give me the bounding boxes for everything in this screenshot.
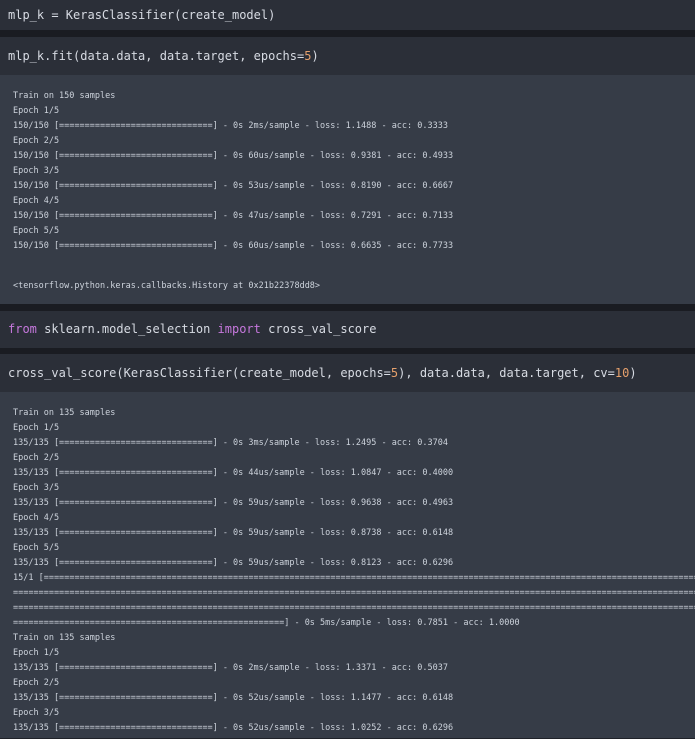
code-number: 10 [614, 366, 630, 380]
output-result: <tensorflow.python.keras.callbacks.Histo… [13, 281, 321, 291]
code-cell-2[interactable]: mlp_k.fit(data.data, data.target, epochs… [0, 37, 695, 75]
output-line: Epoch 1/5 [13, 648, 60, 658]
code-keyword: import [217, 322, 261, 336]
output-line: Epoch 1/5 [13, 106, 60, 116]
output-line: 150/150 [==============================]… [13, 151, 454, 161]
output-line: Train on 150 samples [13, 91, 116, 101]
code-text: cross_val_score(KerasClassifier(create_m… [8, 366, 391, 380]
output-line: 150/150 [==============================]… [13, 241, 454, 251]
output-line: Epoch 2/5 [13, 453, 60, 463]
output-line: Epoch 2/5 [13, 678, 60, 688]
output-cell-2: Train on 150 samples Epoch 1/5 150/150 [==… [0, 75, 695, 304]
output-line: 135/135 [==============================]… [13, 558, 454, 568]
cell-divider [0, 30, 695, 37]
output-line: Epoch 1/5 [13, 423, 60, 433]
output-line: Epoch 5/5 [13, 543, 60, 553]
output-line: Epoch 5/5 [13, 226, 60, 236]
output-line: 135/135 [==============================]… [13, 498, 454, 508]
output-line: 135/135 [==============================]… [13, 663, 448, 673]
code-text: ), data.data, data.target, cv= [398, 366, 615, 380]
code-cell-3[interactable]: from sklearn.model_selection import cros… [0, 311, 695, 348]
output-cell-4: Train on 135 samples Epoch 1/5 135/135 [==… [0, 392, 695, 738]
output-line: Epoch 3/5 [13, 708, 60, 718]
output-line: 150/150 [==============================]… [13, 181, 454, 191]
output-line: Epoch 4/5 [13, 513, 60, 523]
code-text: mlp_k = KerasClassifier(create_model) [8, 8, 276, 22]
output-line: Epoch 3/5 [13, 483, 60, 493]
code-text: cross_val_score [260, 322, 377, 336]
cell-divider [0, 304, 695, 311]
output-line: 135/135 [==============================]… [13, 693, 454, 703]
output-line: ========================================… [13, 588, 695, 598]
code-keyword: from [8, 322, 37, 336]
output-log: Train on 150 samples Epoch 1/5 150/150 [==… [13, 89, 695, 254]
output-log: Train on 135 samples Epoch 1/5 135/135 [==… [13, 406, 695, 736]
output-line: Train on 135 samples [13, 633, 116, 643]
output-line: 135/135 [==============================]… [13, 438, 448, 448]
code-text: ) [311, 49, 319, 63]
code-text: mlp_k.fit(data.data, data.target, epochs… [8, 49, 305, 63]
output-line: 15/1 [==================================… [13, 573, 695, 583]
code-cell-1[interactable]: mlp_k = KerasClassifier(create_model) [0, 0, 695, 30]
output-line: 135/135 [==============================]… [13, 723, 454, 733]
code-text: ) [629, 366, 637, 380]
code-text: sklearn.model_selection [36, 322, 218, 336]
output-line: 150/150 [==============================]… [13, 121, 448, 131]
output-line: Train on 135 samples [13, 408, 116, 418]
output-line: 150/150 [==============================]… [13, 211, 454, 221]
output-line: 135/135 [==============================]… [13, 468, 454, 478]
output-line: Epoch 2/5 [13, 136, 60, 146]
output-line: ========================================… [13, 618, 520, 628]
code-cell-4[interactable]: cross_val_score(KerasClassifier(create_m… [0, 354, 695, 392]
output-line: 135/135 [==============================]… [13, 528, 454, 538]
output-line: Epoch 3/5 [13, 166, 60, 176]
output-line: Epoch 4/5 [13, 196, 60, 206]
output-line: ========================================… [13, 603, 695, 613]
